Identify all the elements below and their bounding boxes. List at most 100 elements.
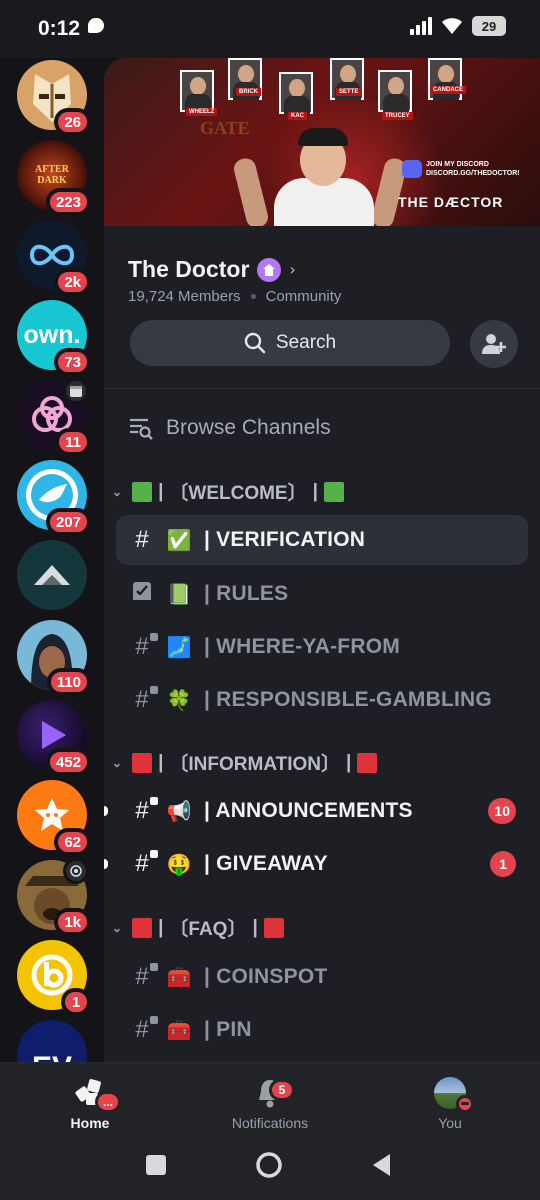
red-square-icon [132,917,153,938]
channel-announcements[interactable]: # 📢 | ANNOUNCEMENTS 10 [104,786,528,836]
back-button[interactable] [368,1151,396,1179]
red-square-icon [132,752,153,773]
nav-you-label: You [438,1115,462,1131]
server-infinity[interactable]: 2k [17,220,91,296]
server-own[interactable]: own. 73 [17,300,91,376]
channel-emoji: 🤑 [166,853,192,876]
channel-name: | GIVEAWAY [204,852,328,875]
add-user-icon [482,334,506,354]
chat-notification-icon [88,18,104,33]
home-system-button[interactable] [255,1151,283,1179]
search-label: Search [275,332,337,353]
banner-person [231,128,409,226]
channel-name: | VERIFICATION [204,528,366,551]
server-banner[interactable]: GATE WHEELZ BRICK KAC SETTE TRUCEY CANDA… [104,58,540,226]
thumbnail-label: BRICK [236,88,261,96]
nav-you[interactable]: You [390,1077,510,1131]
server-rail[interactable]: 26 AFTER DARK 223 2k own. 73 11 207 110 … [0,58,104,1062]
status-bar: 0:12 29 [0,0,540,58]
broadcast-icon [63,858,89,884]
thumbnail-label: WHEELZ [186,108,218,116]
server-badge: 62 [54,828,91,856]
channel-giveaway[interactable]: # 🤑 | GIVEAWAY 1 [104,839,528,889]
channel-responsible-gambling[interactable]: # 🍀 | RESPONSIBLE-GAMBLING [116,675,528,725]
discord-invite-line2: DISCORD.GG/THEDOCTOR! [426,170,520,177]
thumbnail-label: TRUCEY [382,112,413,120]
channel-name: | RESPONSIBLE-GAMBLING [204,688,492,711]
locked-hash-icon: # [130,633,158,661]
channel-emoji: 🧰 [166,1019,192,1042]
unread-indicator [104,859,108,869]
server-header[interactable]: The Doctor › [128,256,296,283]
profile-avatar [433,1077,474,1113]
nav-notifications[interactable]: 5 Notifications [210,1077,330,1131]
channel-emoji: 🧰 [166,966,192,989]
infinity-icon [29,244,75,266]
search-button[interactable]: Search [130,320,450,366]
rules-icon [130,580,154,609]
thumbnail-label: SETTE [336,88,362,96]
search-icon [244,332,266,354]
category-welcome[interactable]: ⌄ | 〔WELCOME〕 | [112,478,344,505]
browse-channels-button[interactable]: Browse Channels [128,416,331,440]
signal-icon [410,17,432,35]
battery-level: 29 [481,18,497,34]
chevron-right-icon: › [289,260,296,279]
server-bird[interactable]: 207 [17,460,91,536]
banner-thumbnail [378,70,412,112]
channel-pin[interactable]: # 🧰 | PIN [116,1005,528,1055]
server-icon [17,540,87,610]
server-badge: 2k [54,268,91,296]
server-badge: 1k [54,908,91,936]
browse-channels-icon [130,418,153,440]
server-mountain[interactable] [17,540,87,610]
server-purple-play[interactable]: 452 [17,700,91,776]
channel-name: | WHERE-YA-FROM [204,635,400,658]
invite-members-button[interactable] [470,320,518,368]
channel-coinspot[interactable]: # 🧰 | COINSPOT [116,952,528,1002]
nav-home-label: Home [70,1115,110,1131]
thumbnail-label: KAC [288,112,307,120]
channel-where-ya-from[interactable]: # 🗾 | WHERE-YA-FROM [116,622,528,672]
green-square-icon [323,481,344,502]
chevron-down-icon: ⌄ [112,920,123,935]
unread-indicator [104,806,108,816]
server-badge: 207 [45,508,91,536]
server-badge: 73 [54,348,91,376]
server-after-dark[interactable]: AFTER DARK 223 [17,140,91,216]
banner-discord-invite: JOIN MY DISCORD DISCORD.GG/THEDOCTOR! [402,160,520,178]
server-dog-avatar[interactable]: 1k [17,858,91,936]
channel-rules[interactable]: 📗 | RULES [116,569,528,619]
banner-thumbnail [180,70,214,112]
category-information[interactable]: ⌄ | 〔INFORMATION〕 | [112,749,378,776]
server-badge: 452 [45,748,91,776]
category-label: 〔INFORMATION〕 [169,754,341,775]
locked-hash-icon: # [130,686,158,714]
channel-emoji: 🍀 [166,689,192,712]
locked-hash-icon: # [130,963,158,991]
discord-logo-icon [402,160,422,178]
calendar-icon [63,378,89,404]
browse-channels-label: Browse Channels [166,416,331,439]
server-b-coin[interactable]: 1 [17,940,91,1016]
server-panel: GATE WHEELZ BRICK KAC SETTE TRUCEY CANDA… [104,58,540,1062]
category-faq[interactable]: ⌄ | 〔FAQ〕 | [112,914,284,941]
channel-name: | RULES [204,582,289,605]
recents-button[interactable] [142,1151,170,1179]
channel-verification[interactable]: # ✅ | VERIFICATION [116,515,528,565]
do-not-disturb-icon [456,1095,474,1113]
server-ev[interactable]: EV [17,1020,87,1062]
nav-home[interactable]: ... Home [30,1077,150,1131]
red-square-icon [357,752,378,773]
server-knot[interactable]: 11 [17,378,91,456]
bottom-navigation: ... Home 5 Notifications You [0,1062,540,1200]
server-star-face[interactable]: 62 [17,780,91,856]
channel-emoji: ✅ [166,529,192,552]
hash-icon: # [135,526,149,553]
server-hooded-avatar[interactable]: 110 [17,620,91,696]
server-knight-mask[interactable]: 26 [17,60,91,136]
server-name: The Doctor [128,256,250,282]
locked-hash-icon: # [130,797,158,825]
server-badge: 1 [61,988,91,1016]
thumbnail-label: CANDACE [430,86,466,94]
